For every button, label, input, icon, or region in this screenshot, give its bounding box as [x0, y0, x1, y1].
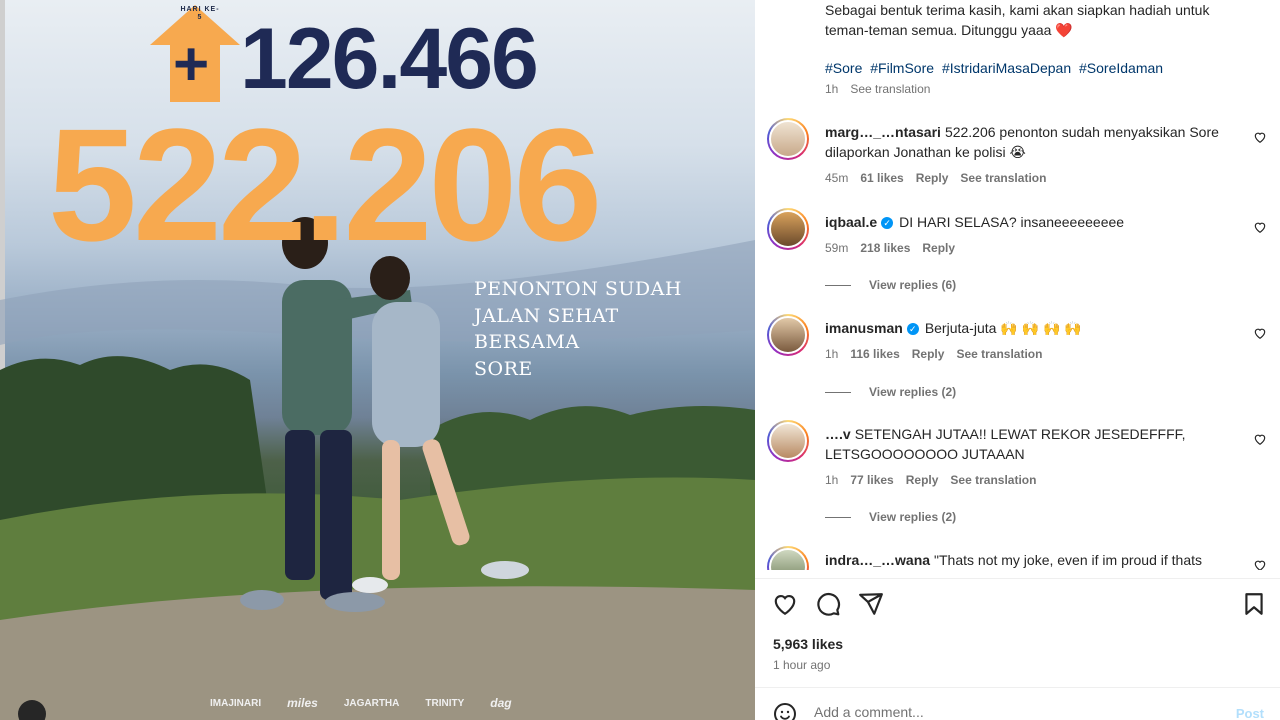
divider	[825, 391, 851, 393]
comment-time: 1h	[825, 473, 839, 487]
sponsor-logo: IMAJINARI	[210, 697, 262, 709]
divider	[825, 516, 851, 518]
view-replies-button[interactable]: View replies (2)	[825, 385, 956, 399]
poster-tagline: PENONTON SUDAH JALAN SEHAT BERSAMA SORE	[474, 276, 682, 382]
comment-username[interactable]: imanusman	[825, 320, 903, 336]
reply-button[interactable]: Reply	[906, 470, 939, 490]
comment-input[interactable]	[814, 704, 1194, 720]
post-caption: Sebagai bentuk terima kasih, kami akan s…	[825, 0, 1245, 96]
comment-username[interactable]: iqbaal.e	[825, 214, 877, 230]
view-replies-button[interactable]: View replies (6)	[825, 278, 956, 292]
tagline-line: JALAN SEHAT	[474, 304, 619, 327]
like-comment-icon[interactable]	[1253, 130, 1267, 144]
sponsor-logo: JAGARTHA	[343, 697, 400, 709]
comment-username[interactable]: indra…_…wana	[825, 552, 930, 568]
comment-text: "Thats not my joke, even if im proud if …	[934, 552, 1203, 568]
instagram-post-view: HARI KE-5 + 126.466 522.206 PENONTON SUD…	[0, 0, 1280, 720]
comment-time: 1h	[825, 347, 839, 361]
comment-body: ….v SETENGAH JUTAA!! LEWAT REKOR JESEDEFF…	[825, 424, 1235, 490]
like-comment-icon[interactable]	[1253, 326, 1267, 340]
tagged-user-icon[interactable]	[18, 700, 46, 720]
scroll-mask	[755, 570, 1280, 578]
comment-username[interactable]: marg…_…ntasari	[825, 124, 941, 140]
comment-text: Berjuta-juta 🙌 🙌 🙌 🙌	[924, 320, 1082, 336]
emoji-icon[interactable]	[773, 702, 797, 720]
avatar[interactable]	[767, 118, 809, 160]
comment-body: iqbaal.e ✓ DI HARI SELASA? insaneeeeeeeee …	[825, 212, 1235, 258]
like-icon[interactable]	[772, 591, 798, 617]
avatar[interactable]	[767, 208, 809, 250]
comment-icon[interactable]	[815, 591, 841, 617]
share-icon[interactable]	[858, 591, 884, 617]
comment-meta: 1h 116 likes Reply See translation	[825, 344, 1235, 364]
comment-likes[interactable]: 77 likes	[850, 470, 893, 490]
post-comment-button[interactable]: Post	[1236, 706, 1264, 720]
comments-panel: Sebagai bentuk terima kasih, kami akan s…	[755, 0, 1280, 720]
comment-time: 45m	[825, 171, 849, 185]
like-comment-icon[interactable]	[1253, 220, 1267, 234]
like-comment-icon[interactable]	[1253, 432, 1267, 446]
comment-meta: 59m 218 likes Reply	[825, 238, 1235, 258]
plus-sign: +	[173, 30, 210, 99]
hashtag-link[interactable]: #FilmSore	[870, 60, 934, 76]
comment-meta: 1h 77 likes Reply See translation	[825, 470, 1235, 490]
reply-button[interactable]: Reply	[916, 168, 949, 188]
add-comment-bar: Post	[755, 687, 1280, 720]
hashtag-link[interactable]: #SoreIdaman	[1079, 60, 1163, 76]
comment-body: marg…_…ntasari 522.206 penonton sudah men…	[825, 122, 1235, 188]
post-image[interactable]: HARI KE-5 + 126.466 522.206 PENONTON SUD…	[0, 0, 755, 720]
see-translation-link[interactable]: See translation	[850, 82, 930, 96]
view-replies-label: View replies (2)	[869, 385, 957, 399]
comment-username[interactable]: ….v	[825, 426, 851, 442]
verified-badge-icon: ✓	[881, 217, 894, 229]
save-bookmark-icon[interactable]	[1241, 591, 1267, 617]
tagline-line: SORE	[474, 357, 533, 380]
comment-likes[interactable]: 61 likes	[860, 168, 903, 188]
tagline-line: BERSAMA	[474, 331, 580, 353]
view-replies-label: View replies (2)	[869, 510, 957, 524]
post-timestamp[interactable]: 1 hour ago	[773, 658, 830, 672]
tagline-line: PENONTON SUDAH	[474, 278, 682, 300]
comment-meta: 45m 61 likes Reply See translation	[825, 168, 1235, 188]
avatar[interactable]	[767, 314, 809, 356]
sponsor-logo: miles	[287, 696, 318, 710]
sponsor-logo: TRINITY	[425, 697, 465, 709]
post-actions: 5,963 likes 1 hour ago Post	[755, 578, 1280, 720]
hashtag-link[interactable]: #Sore	[825, 60, 862, 76]
comment-likes[interactable]: 116 likes	[850, 344, 899, 364]
caption-time: 1h	[825, 82, 839, 96]
caption-meta: 1h See translation	[825, 82, 1245, 96]
view-replies-label: View replies (6)	[869, 278, 957, 292]
day-label: HARI KE-5	[180, 6, 220, 21]
comment-body: indra…_…wana "Thats not my joke, even if …	[825, 550, 1235, 570]
comment-text: SETENGAH JUTAA!! LEWAT REKOR JESEDEFFFF,…	[825, 426, 1186, 462]
sponsor-logos: IMAJINARI miles JAGARTHA TRINITY dag	[210, 696, 512, 710]
post-likes-count[interactable]: 5,963 likes	[773, 636, 843, 652]
view-replies-button[interactable]: View replies (2)	[825, 510, 956, 524]
caption-hashtags: #Sore #FilmSore #IstridariMasaDepan #Sor…	[825, 58, 1245, 78]
verified-badge-icon: ✓	[906, 323, 919, 335]
avatar[interactable]	[767, 420, 809, 462]
hashtag-link[interactable]: #IstridariMasaDepan	[942, 60, 1071, 76]
sponsor-logo: dag	[490, 696, 512, 710]
comment-time: 59m	[825, 241, 849, 255]
reply-button[interactable]: Reply	[912, 344, 945, 364]
comment-text: DI HARI SELASA? insaneeeeeeeee	[899, 214, 1125, 230]
see-translation-link[interactable]: See translation	[960, 168, 1046, 188]
see-translation-link[interactable]: See translation	[956, 344, 1042, 364]
comment-body: imanusman ✓ Berjuta-juta 🙌 🙌 🙌 🙌 1h 116 li…	[825, 318, 1235, 364]
divider	[825, 284, 851, 286]
comment-likes[interactable]: 218 likes	[860, 238, 910, 258]
see-translation-link[interactable]: See translation	[950, 470, 1036, 490]
total-viewers: 522.206	[48, 95, 602, 274]
reply-button[interactable]: Reply	[922, 238, 955, 258]
caption-text: Sebagai bentuk terima kasih, kami akan s…	[825, 2, 1210, 38]
